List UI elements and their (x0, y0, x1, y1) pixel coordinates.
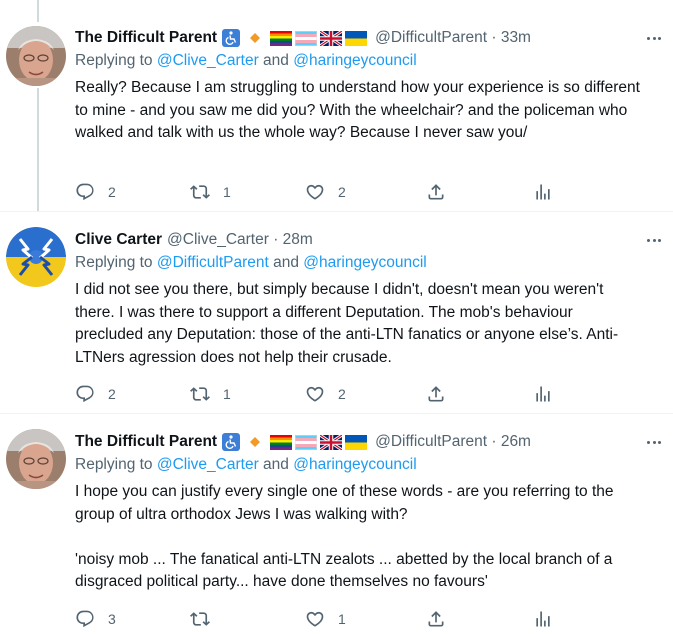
retweet-icon (190, 387, 210, 401)
handle-and-timestamp[interactable]: @DifficultParent · 33m (375, 29, 531, 47)
replying-to: Replying to @DifficultParent and @haring… (75, 254, 643, 276)
heart-icon (306, 184, 324, 200)
rainbow-flag-icon (270, 30, 293, 46)
wheelchair-icon (222, 433, 241, 451)
share-icon (428, 386, 444, 402)
heart-icon (306, 611, 324, 627)
ukraine-flag-icon (345, 30, 368, 46)
mention-link[interactable]: @haringeycouncil (293, 52, 416, 69)
tweet-header: The Difficult Parent @DifficultParent · … (75, 27, 661, 49)
like-button[interactable]: 2 (305, 182, 346, 202)
avatar[interactable] (6, 26, 66, 86)
orange-diamond-icon (250, 437, 261, 447)
tweet-actions: 3 1 (75, 607, 555, 631)
share-button[interactable] (426, 182, 446, 202)
reply-icon (76, 610, 94, 628)
tweet-text: I hope you can justify every single one … (75, 483, 614, 590)
share-icon (428, 611, 444, 627)
reply-count: 2 (108, 386, 116, 402)
replying-to: Replying to @Clive_Carter and @haringeyc… (75, 456, 643, 478)
reply-icon (76, 385, 94, 403)
tweet-actions: 2 1 2 (75, 180, 555, 204)
analytics-button[interactable] (533, 384, 553, 404)
reply-button[interactable]: 2 (75, 182, 116, 202)
tweet-header: Clive Carter @Clive_Carter · 28m (75, 229, 661, 251)
replying-and-label: and (258, 456, 294, 473)
trans-flag-icon (295, 434, 318, 450)
like-button[interactable]: 2 (305, 384, 346, 404)
avatar[interactable] (6, 429, 66, 489)
share-button[interactable] (426, 609, 446, 629)
more-options-icon[interactable] (643, 229, 665, 251)
profile-badges (222, 29, 370, 47)
ukraine-flag-icon (345, 434, 368, 450)
like-count: 2 (338, 386, 346, 402)
uk-flag-icon (320, 434, 343, 450)
like-count: 1 (338, 611, 346, 627)
analytics-icon (536, 611, 550, 627)
share-button[interactable] (426, 384, 446, 404)
tweet[interactable]: Clive Carter @Clive_Carter · 28m Replyin… (0, 212, 673, 414)
retweet-count: 1 (223, 184, 231, 200)
like-button[interactable]: 1 (305, 609, 346, 629)
more-options-icon[interactable] (643, 27, 665, 49)
replying-to-label: Replying to (75, 254, 157, 271)
display-name[interactable]: The Difficult Parent (75, 433, 217, 451)
display-name[interactable]: Clive Carter (75, 231, 162, 249)
tweet-actions: 2 1 2 (75, 382, 555, 406)
retweet-button[interactable] (190, 609, 223, 629)
avatar[interactable] (6, 227, 66, 287)
handle-and-timestamp[interactable]: @DifficultParent · 26m (375, 433, 531, 451)
analytics-icon (536, 184, 550, 200)
reply-count: 3 (108, 611, 116, 627)
rainbow-flag-icon (270, 434, 293, 450)
replying-to-label: Replying to (75, 456, 157, 473)
analytics-button[interactable] (533, 609, 553, 629)
wheelchair-icon (222, 29, 241, 47)
like-count: 2 (338, 184, 346, 200)
tweet-header: The Difficult Parent @DifficultParent · … (75, 431, 661, 453)
tweet[interactable]: The Difficult Parent @DifficultParent · … (0, 0, 673, 212)
handle-and-timestamp[interactable]: @Clive_Carter · 28m (167, 231, 313, 249)
tweet[interactable]: The Difficult Parent @DifficultParent · … (0, 414, 673, 634)
heart-icon (306, 386, 324, 402)
reply-count: 2 (108, 184, 116, 200)
replying-to: Replying to @Clive_Carter and @haringeyc… (75, 52, 643, 74)
profile-badges (222, 433, 370, 451)
reply-button[interactable]: 2 (75, 384, 116, 404)
replying-to-label: Replying to (75, 52, 157, 69)
retweet-icon (190, 185, 210, 199)
mention-link[interactable]: @Clive_Carter (157, 52, 259, 69)
reply-button[interactable]: 3 (75, 609, 116, 629)
tweet-text: Really? Because I am struggling to under… (75, 79, 645, 141)
mention-link[interactable]: @Clive_Carter (157, 456, 259, 473)
replying-and-label: and (268, 254, 304, 271)
retweet-icon (190, 612, 210, 626)
more-options-icon[interactable] (643, 431, 665, 453)
orange-diamond-icon (250, 33, 261, 43)
share-icon (428, 184, 444, 200)
replying-and-label: and (258, 52, 294, 69)
retweet-button[interactable]: 1 (190, 182, 231, 202)
trans-flag-icon (295, 30, 318, 46)
analytics-button[interactable] (533, 182, 553, 202)
mention-link[interactable]: @haringeycouncil (293, 456, 416, 473)
reply-icon (76, 183, 94, 201)
display-name[interactable]: The Difficult Parent (75, 29, 217, 47)
analytics-icon (536, 386, 550, 402)
retweet-count: 1 (223, 386, 231, 402)
tweet-text: I did not see you there, but simply beca… (75, 281, 619, 366)
mention-link[interactable]: @haringeycouncil (303, 254, 426, 271)
retweet-button[interactable]: 1 (190, 384, 231, 404)
uk-flag-icon (320, 30, 343, 46)
mention-link[interactable]: @DifficultParent (157, 254, 269, 271)
